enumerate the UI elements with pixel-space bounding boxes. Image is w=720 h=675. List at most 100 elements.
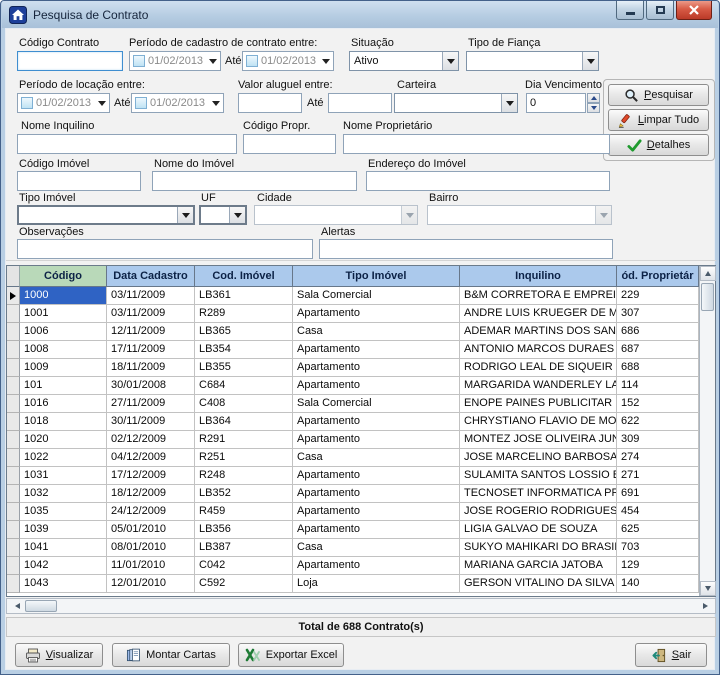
cell-cod-proprietario[interactable]: 687 bbox=[617, 341, 699, 359]
dropdown-button[interactable] bbox=[177, 207, 193, 223]
cell-inquilino[interactable]: LIGIA GALVAO DE SOUZA bbox=[460, 521, 617, 539]
row-selector[interactable] bbox=[7, 449, 20, 467]
maximize-button[interactable] bbox=[646, 1, 674, 20]
nome-inquilino-input[interactable] bbox=[17, 134, 237, 154]
cell-data-cadastro[interactable]: 30/11/2009 bbox=[107, 413, 195, 431]
cell-tipo-imovel[interactable]: Apartamento bbox=[293, 485, 460, 503]
cell-codigo[interactable]: 1031 bbox=[20, 467, 107, 485]
date-checkbox-icon[interactable] bbox=[21, 97, 33, 109]
limpar-tudo-button[interactable]: Limpar Tudo bbox=[608, 109, 709, 131]
spinner-down-button[interactable] bbox=[587, 103, 600, 113]
row-selector[interactable] bbox=[7, 521, 20, 539]
cell-cod-proprietario[interactable]: 688 bbox=[617, 359, 699, 377]
cell-inquilino[interactable]: SUKYO MAHIKARI DO BRASIL bbox=[460, 539, 617, 557]
table-row[interactable]: 104108/01/2010LB387CasaSUKYO MAHIKARI DO… bbox=[7, 539, 699, 557]
cell-inquilino[interactable]: MONTEZ JOSE OLIVEIRA JUN bbox=[460, 431, 617, 449]
nome-proprietario-input[interactable] bbox=[343, 134, 610, 154]
cadastro-date-to[interactable]: 01/02/2013 bbox=[242, 51, 334, 71]
table-row[interactable]: 103117/12/2009R248ApartamentoSULAMITA SA… bbox=[7, 467, 699, 485]
cell-data-cadastro[interactable]: 12/11/2009 bbox=[107, 323, 195, 341]
cell-codigo[interactable]: 1039 bbox=[20, 521, 107, 539]
cell-cod-imovel[interactable]: C408 bbox=[195, 395, 293, 413]
cell-codigo[interactable]: 1042 bbox=[20, 557, 107, 575]
cell-cod-proprietario[interactable]: 622 bbox=[617, 413, 699, 431]
tipo-imovel-dropdown[interactable] bbox=[17, 205, 195, 225]
vertical-scroll-thumb[interactable] bbox=[701, 283, 714, 311]
table-row[interactable]: 100918/11/2009LB355ApartamentoRODRIGO LE… bbox=[7, 359, 699, 377]
cell-cod-proprietario[interactable]: 152 bbox=[617, 395, 699, 413]
cell-data-cadastro[interactable]: 05/01/2010 bbox=[107, 521, 195, 539]
cell-data-cadastro[interactable]: 18/12/2009 bbox=[107, 485, 195, 503]
table-row[interactable]: 103218/12/2009LB352ApartamentoTECNOSET I… bbox=[7, 485, 699, 503]
table-row[interactable]: 102204/12/2009R251CasaJOSE MARCELINO BAR… bbox=[7, 449, 699, 467]
situacao-dropdown[interactable]: Ativo bbox=[349, 51, 459, 71]
cell-codigo[interactable]: 1006 bbox=[20, 323, 107, 341]
pesquisar-button[interactable]: Pesquisar bbox=[608, 84, 709, 106]
date-checkbox-icon[interactable] bbox=[135, 97, 147, 109]
cell-data-cadastro[interactable]: 08/01/2010 bbox=[107, 539, 195, 557]
cell-inquilino[interactable]: JOSE ROGERIO RODRIGUES bbox=[460, 503, 617, 521]
dia-vencimento-spinner[interactable] bbox=[526, 93, 600, 113]
cell-cod-proprietario[interactable]: 114 bbox=[617, 377, 699, 395]
cadastro-date-from[interactable]: 01/02/2013 bbox=[129, 51, 221, 71]
cell-cod-proprietario[interactable]: 140 bbox=[617, 575, 699, 593]
valor-aluguel-from-input[interactable] bbox=[238, 93, 302, 113]
cell-inquilino[interactable]: ENOPE PAINES PUBLICITAR bbox=[460, 395, 617, 413]
cell-data-cadastro[interactable]: 04/12/2009 bbox=[107, 449, 195, 467]
cell-inquilino[interactable]: RODRIGO LEAL DE SIQUEIR bbox=[460, 359, 617, 377]
cell-data-cadastro[interactable]: 03/11/2009 bbox=[107, 305, 195, 323]
cell-cod-proprietario[interactable]: 625 bbox=[617, 521, 699, 539]
row-selector[interactable] bbox=[7, 575, 20, 593]
row-selector[interactable] bbox=[7, 413, 20, 431]
row-selector[interactable] bbox=[7, 557, 20, 575]
row-selector[interactable] bbox=[7, 377, 20, 395]
cell-cod-proprietario[interactable]: 274 bbox=[617, 449, 699, 467]
cell-data-cadastro[interactable]: 17/12/2009 bbox=[107, 467, 195, 485]
table-row[interactable]: 102002/12/2009R291ApartamentoMONTEZ JOSE… bbox=[7, 431, 699, 449]
row-selector[interactable] bbox=[7, 467, 20, 485]
endereco-imovel-input[interactable] bbox=[366, 171, 610, 191]
column-header-cod-proprietario[interactable]: ód. Proprietár bbox=[617, 266, 699, 287]
cell-cod-imovel[interactable]: LB354 bbox=[195, 341, 293, 359]
chevron-down-icon[interactable] bbox=[98, 101, 106, 106]
cell-tipo-imovel[interactable]: Sala Comercial bbox=[293, 395, 460, 413]
row-selector[interactable] bbox=[7, 395, 20, 413]
cell-cod-imovel[interactable]: C042 bbox=[195, 557, 293, 575]
cell-cod-proprietario[interactable]: 454 bbox=[617, 503, 699, 521]
cell-cod-imovel[interactable]: R291 bbox=[195, 431, 293, 449]
cell-inquilino[interactable]: ANTONIO MARCOS DURAES bbox=[460, 341, 617, 359]
row-selector[interactable] bbox=[7, 323, 20, 341]
cell-cod-proprietario[interactable]: 691 bbox=[617, 485, 699, 503]
cell-codigo[interactable]: 1032 bbox=[20, 485, 107, 503]
cell-cod-proprietario[interactable]: 271 bbox=[617, 467, 699, 485]
cell-cod-proprietario[interactable]: 307 bbox=[617, 305, 699, 323]
locacao-date-to[interactable]: 01/02/2013 bbox=[131, 93, 224, 113]
cell-inquilino[interactable]: TECNOSET INFORMATICA PR bbox=[460, 485, 617, 503]
cell-tipo-imovel[interactable]: Apartamento bbox=[293, 413, 460, 431]
sair-button[interactable]: Sair bbox=[635, 643, 707, 667]
vertical-scrollbar[interactable] bbox=[699, 266, 715, 596]
cell-cod-proprietario[interactable]: 309 bbox=[617, 431, 699, 449]
cell-cod-proprietario[interactable]: 703 bbox=[617, 539, 699, 557]
row-selector[interactable] bbox=[7, 485, 20, 503]
cell-tipo-imovel[interactable]: Apartamento bbox=[293, 557, 460, 575]
codigo-propr-input[interactable] bbox=[243, 134, 336, 154]
close-button[interactable] bbox=[676, 1, 712, 20]
chevron-down-icon[interactable] bbox=[322, 59, 330, 64]
table-row[interactable]: 10130/01/2008C684ApartamentoMARGARIDA WA… bbox=[7, 377, 699, 395]
horizontal-scroll-thumb[interactable] bbox=[25, 600, 57, 612]
cell-cod-imovel[interactable]: LB387 bbox=[195, 539, 293, 557]
row-selector[interactable] bbox=[7, 359, 20, 377]
cell-tipo-imovel[interactable]: Apartamento bbox=[293, 341, 460, 359]
cell-cod-imovel[interactable]: R289 bbox=[195, 305, 293, 323]
row-selector[interactable] bbox=[7, 431, 20, 449]
cell-data-cadastro[interactable]: 17/11/2009 bbox=[107, 341, 195, 359]
cell-cod-imovel[interactable]: LB352 bbox=[195, 485, 293, 503]
table-row[interactable]: 103905/01/2010LB356ApartamentoLIGIA GALV… bbox=[7, 521, 699, 539]
cell-cod-proprietario[interactable]: 229 bbox=[617, 287, 699, 305]
cell-data-cadastro[interactable]: 11/01/2010 bbox=[107, 557, 195, 575]
cell-codigo[interactable]: 1001 bbox=[20, 305, 107, 323]
table-row[interactable]: 100817/11/2009LB354ApartamentoANTONIO MA… bbox=[7, 341, 699, 359]
horizontal-scrollbar[interactable] bbox=[6, 598, 716, 614]
dropdown-button[interactable] bbox=[229, 207, 245, 223]
